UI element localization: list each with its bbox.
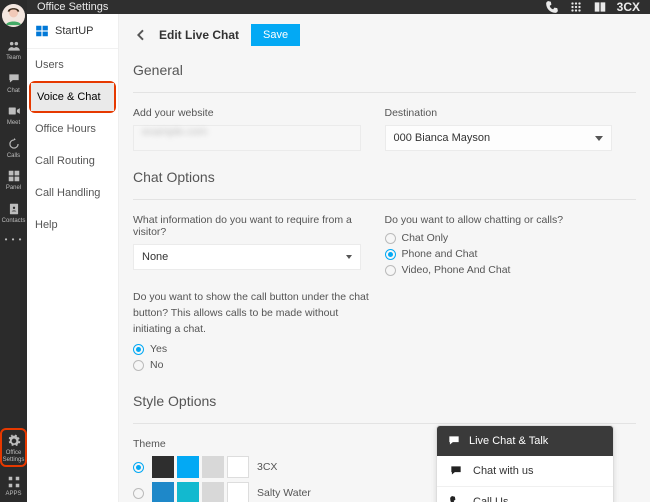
rail-contacts[interactable]: Contacts [0, 196, 27, 229]
sidebar-item-voice-chat-highlight: Voice & Chat [29, 81, 116, 113]
chevron-down-icon [595, 136, 603, 141]
phone-icon [449, 495, 463, 502]
call-button-yes[interactable]: Yes [133, 343, 373, 355]
save-button[interactable]: Save [251, 24, 300, 46]
avatar[interactable] [2, 4, 25, 27]
allow-phone-and-chat[interactable]: Phone and Chat [385, 248, 625, 260]
chat-bubble-icon [449, 464, 463, 478]
live-chat-preview: Live Chat & Talk Chat with us Call Us [436, 425, 614, 502]
sidebar-item-call-handling[interactable]: Call Handling [27, 177, 118, 209]
sidebar-item-office-hours[interactable]: Office Hours [27, 113, 118, 145]
sidebar-item-call-routing[interactable]: Call Routing [27, 145, 118, 177]
topbar: Office Settings 3CX [27, 0, 650, 14]
destination-label: Destination [385, 107, 625, 119]
color-swatch [202, 456, 224, 478]
color-swatch [177, 456, 199, 478]
theme-radio[interactable] [133, 488, 144, 499]
allow-label: Do you want to allow chatting or calls? [385, 214, 625, 226]
back-icon[interactable] [133, 27, 149, 43]
website-label: Add your website [133, 107, 373, 119]
sidebar: StartUP Users Voice & Chat Office Hours … [27, 14, 119, 502]
color-swatch [202, 482, 224, 502]
sidebar-item-users[interactable]: Users [27, 49, 118, 81]
theme-radio[interactable] [133, 462, 144, 473]
chevron-down-icon [346, 255, 352, 259]
edit-live-chat-heading: Edit Live Chat [159, 28, 239, 42]
preview-call-us[interactable]: Call Us [437, 486, 613, 502]
sidebar-item-voice-chat[interactable]: Voice & Chat [31, 83, 114, 111]
require-select[interactable]: None [133, 244, 361, 270]
book-icon[interactable] [593, 0, 607, 14]
call-button-no[interactable]: No [133, 359, 373, 371]
page-title: Office Settings [37, 1, 108, 13]
nav-rail: Team Chat Meet Calls Panel Contacts • • … [0, 0, 27, 502]
color-swatch [177, 482, 199, 502]
preview-header: Live Chat & Talk [437, 426, 613, 456]
rail-apps[interactable]: APPS [0, 469, 27, 502]
windows-icon [35, 24, 49, 38]
rail-panel[interactable]: Panel [0, 163, 27, 196]
style-options-heading: Style Options [133, 393, 636, 409]
chat-options-heading: Chat Options [133, 169, 636, 185]
call-button-q-label: Do you want to show the call button unde… [133, 290, 373, 337]
require-label: What information do you want to require … [133, 214, 373, 238]
sidebar-item-help[interactable]: Help [27, 209, 118, 241]
brand-logo: 3CX [617, 0, 640, 14]
color-swatch [227, 482, 249, 502]
color-swatch [227, 456, 249, 478]
dialpad-icon[interactable] [569, 0, 583, 14]
color-swatch [152, 456, 174, 478]
sidebar-startup[interactable]: StartUP [27, 14, 118, 49]
allow-video-phone-chat[interactable]: Video, Phone And Chat [385, 264, 625, 276]
general-heading: General [133, 62, 636, 78]
color-swatch [152, 482, 174, 502]
rail-more-icon[interactable]: • • • [5, 229, 23, 250]
website-input[interactable]: example.com [133, 125, 361, 151]
chat-icon [447, 434, 461, 448]
rail-meet[interactable]: Meet [0, 98, 27, 131]
theme-name: Salty Water [257, 487, 311, 499]
rail-office-settings[interactable]: Office Settings [0, 428, 27, 467]
allow-chat-only[interactable]: Chat Only [385, 232, 625, 244]
destination-select[interactable]: 000 Bianca Mayson [385, 125, 613, 151]
preview-chat-with-us[interactable]: Chat with us [437, 456, 613, 486]
rail-chat[interactable]: Chat [0, 66, 27, 99]
rail-calls[interactable]: Calls [0, 131, 27, 164]
phone-icon[interactable] [545, 0, 559, 14]
theme-name: 3CX [257, 461, 277, 473]
rail-team[interactable]: Team [0, 33, 27, 66]
